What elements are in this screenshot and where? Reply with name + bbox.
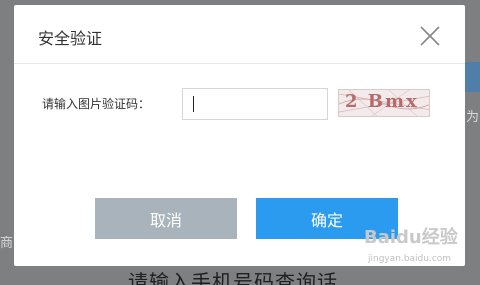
- watermark: Baidu经验 jingyan.baidu.com: [364, 223, 464, 268]
- watermark-logo: Baidu经验: [364, 227, 458, 248]
- captcha-label: 请输入图片验证码：: [42, 97, 151, 111]
- text-caret: [193, 96, 194, 112]
- captcha-image[interactable]: 2 Bmx: [338, 89, 430, 117]
- background-text-left: 商: [0, 236, 14, 251]
- dialog-header: 安全验证: [14, 5, 465, 64]
- background-text-right: 为: [466, 110, 480, 125]
- background-bottom-text: 请输入手机号码查询话: [0, 266, 480, 285]
- watermark-site: jingyan.baidu.com: [368, 254, 452, 264]
- dialog-title: 安全验证: [38, 29, 103, 48]
- cancel-button[interactable]: 取消: [95, 198, 237, 239]
- captcha-text: 2 Bmx: [345, 91, 419, 112]
- background-blue-strip: [463, 62, 480, 92]
- close-icon[interactable]: [419, 25, 441, 47]
- captcha-input[interactable]: [182, 88, 328, 120]
